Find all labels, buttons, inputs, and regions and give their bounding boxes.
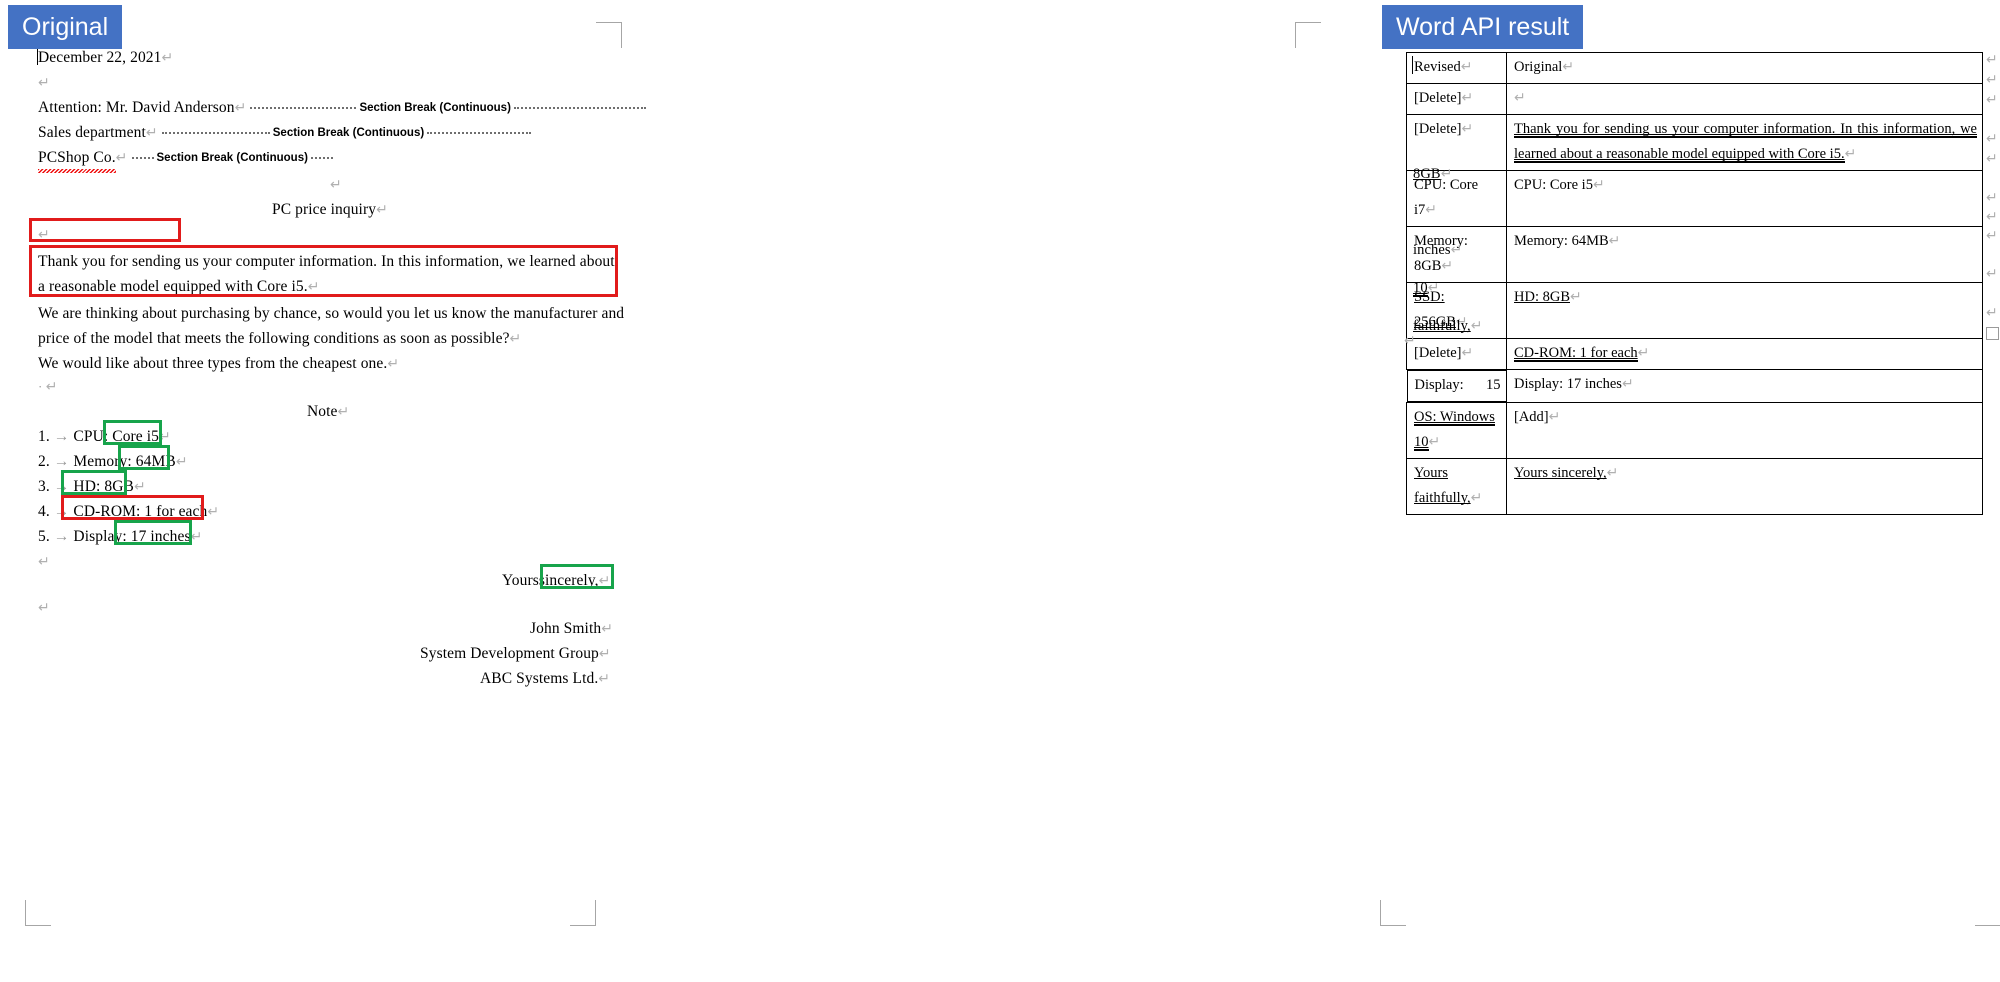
original-department-line: Sales department↵ Section Break (Continu… [38, 120, 532, 146]
original-signer-company-line: ABC Systems Ltd.↵ [480, 666, 610, 692]
pilcrow-icon: ↵ [234, 100, 247, 116]
spec-value: 17 inches [130, 528, 191, 545]
original-blank-line-4: ↵ [38, 549, 50, 575]
closing-prefix: Yours [502, 572, 539, 589]
text-caret [1412, 56, 1413, 74]
original-blank-line-1: ↵ [38, 70, 50, 96]
pilcrow-icon: ↵ [337, 404, 350, 420]
pilcrow-icon: ↵ [190, 529, 203, 545]
list-number: 4. [38, 503, 50, 520]
pilcrow-icon: ↵ [509, 331, 522, 347]
original-attention-line: Attention: Mr. David Anderson↵ Section B… [38, 95, 646, 121]
closing-value: sincerely, [538, 572, 599, 589]
pilcrow-icon: ↵ [38, 227, 50, 243]
pilcrow-icon: ↵ [376, 202, 388, 218]
original-blank-line-2: ↵ [330, 172, 342, 198]
original-closing-line: Yourssincerely,↵ [502, 568, 611, 594]
pilcrow-icon: ↵ [598, 671, 611, 687]
pilcrow-icon: ↵ [145, 125, 158, 141]
pilcrow-icon: ↵ [133, 479, 146, 495]
section-break-marker: Section Break (Continuous) [250, 96, 646, 121]
pilcrow-icon: ↵ [38, 75, 50, 91]
panel-word-api-result: Word API result Revised↵ Original↵ [Dele… [690, 0, 2000, 982]
original-company: PCShop Co. [38, 145, 116, 173]
signer-company: ABC Systems Ltd. [480, 670, 599, 687]
spec-label: Display: [73, 528, 127, 545]
signer-name: John Smith [530, 620, 602, 637]
original-intro-line-2: a reasonable model equipped with Core i5… [38, 278, 320, 295]
page-corner-mark-top-right [596, 22, 622, 48]
pilcrow-icon: ↵ [161, 50, 174, 66]
spec-label: CPU: [73, 428, 109, 445]
pilcrow-icon: ↵ [598, 646, 611, 662]
spec-value: 64MB [135, 453, 176, 470]
caption-original: Original [8, 5, 123, 49]
pilcrow-icon: ↵ [387, 356, 400, 372]
original-spec-item-2: 2. → Memory: 64MB↵ [38, 453, 188, 470]
section-break-label: Section Break (Continuous) [272, 126, 425, 139]
list-number: 1. [38, 428, 50, 445]
pilcrow-icon: ↵ [115, 150, 128, 166]
original-body-line-1: We are thinking about purchasing by chan… [38, 305, 625, 322]
list-number: 2. [38, 453, 50, 470]
original-blank-line-3: · ↵ [38, 379, 58, 395]
pilcrow-icon: ↵ [330, 177, 342, 193]
page-corner-mark-bottom-right [1975, 900, 2000, 926]
page-corner-mark-bottom-left [25, 900, 51, 926]
original-title: PC price inquiry [272, 201, 377, 218]
original-body-line-2: price of the model that meets the follow… [38, 326, 521, 352]
pilcrow-icon: ↵ [45, 379, 58, 395]
caption-word-api-result: Word API result [1382, 5, 1584, 49]
original-body-3-text: We would like about three types from the… [38, 355, 388, 372]
pilcrow-icon: ↵ [307, 279, 320, 295]
panel-original: Original December 22, 2021↵ ↵ Attention:… [0, 0, 690, 982]
annotation-box-deleted-blank [29, 218, 181, 242]
section-break-marker: Section Break (Continuous) [161, 121, 532, 146]
pilcrow-icon: ↵ [175, 454, 188, 470]
pilcrow-icon: ↵ [38, 554, 50, 570]
original-company-line: PCShop Co.↵ Section Break (Continuous) [38, 145, 333, 173]
spec-value: Core i5 [112, 428, 160, 445]
original-signer-line: John Smith↵ [530, 616, 613, 642]
original-spec-item-4: 4. → CD-ROM: 1 for each↵ [38, 503, 220, 520]
table-resize-handle[interactable] [1986, 327, 1999, 340]
section-break-marker: Section Break (Continuous) [131, 146, 333, 171]
pilcrow-icon: ↵ [207, 504, 220, 520]
original-date: December 22, 2021 [38, 49, 162, 66]
pilcrow-icon: ↵ [159, 429, 171, 445]
pilcrow-icon: ↵ [598, 573, 611, 589]
original-signer-group-line: System Development Group↵ [420, 641, 611, 667]
original-body-2-text: price of the model that meets the follow… [38, 330, 510, 347]
original-company-text: PCShop Co. [38, 149, 116, 166]
panel-revised-edition: Revised edition December 22, 2021↵ ↵ Att… [1370, 0, 2000, 982]
original-spec-item-3: 3. → HD: 8GB↵ [38, 478, 146, 495]
list-number: 5. [38, 528, 50, 545]
original-intro-line-1: Thank you for sending us your computer i… [38, 253, 615, 270]
section-break-label: Section Break (Continuous) [359, 101, 511, 114]
spec-value: CD-ROM: 1 for each [73, 503, 208, 520]
spec-value: HD: 8GB [73, 478, 134, 495]
spec-label: Memory: [73, 453, 132, 470]
original-attention: Attention: Mr. David Anderson [38, 99, 235, 116]
pilcrow-icon: ↵ [601, 621, 614, 637]
section-break-label: Section Break (Continuous) [156, 151, 308, 164]
original-note-heading-line: Note↵ [307, 399, 349, 425]
pilcrow-icon: ↵ [38, 600, 50, 616]
original-blank-line-5: ↵ [38, 595, 50, 621]
page-corner-mark-bottom-right [570, 900, 596, 926]
page-corner-mark-top-left [1295, 22, 1321, 48]
original-department: Sales department [38, 124, 146, 141]
page-corner-mark-bottom-left [1380, 900, 1406, 926]
original-spec-item-1: 1. → CPU: Core i5↵ [38, 428, 171, 445]
original-spec-item-5: 5. → Display: 17 inches↵ [38, 528, 203, 545]
text-caret [37, 48, 38, 65]
signer-group: System Development Group [420, 645, 599, 662]
list-number: 3. [38, 478, 50, 495]
original-body-line-3: We would like about three types from the… [38, 351, 399, 377]
original-deleted-blank-line: ↵ [38, 222, 50, 248]
original-note-heading: Note [307, 403, 338, 420]
original-title-line: PC price inquiry↵ [272, 197, 388, 223]
